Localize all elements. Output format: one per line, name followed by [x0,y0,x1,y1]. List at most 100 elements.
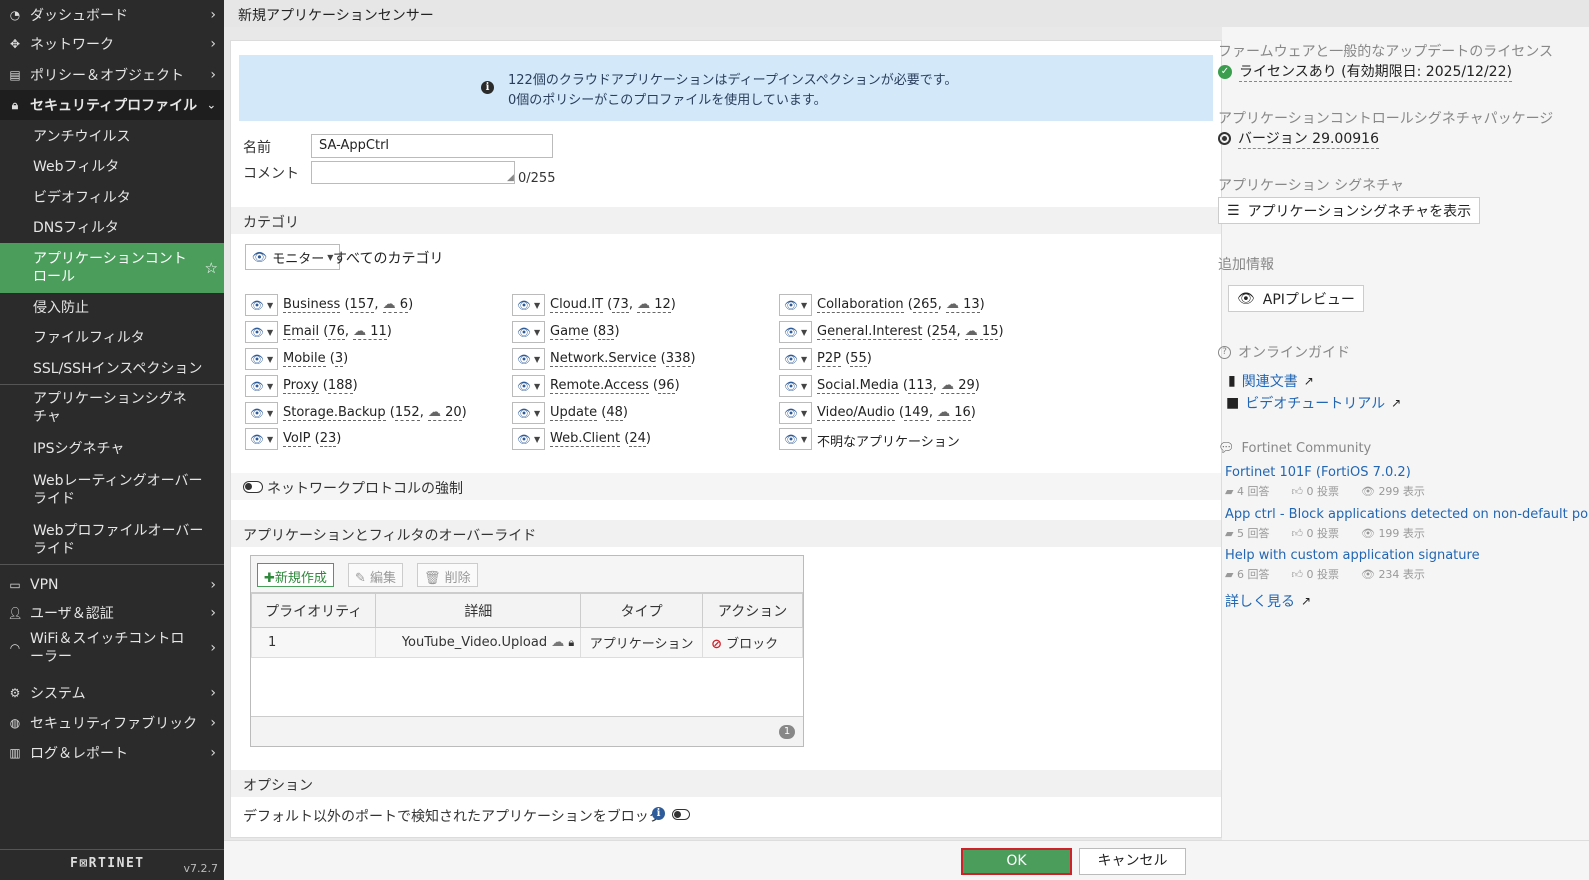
column-header-detail[interactable]: 詳細 [375,593,582,628]
column-header-type[interactable]: タイプ [580,593,704,628]
category-action-dropdown[interactable]: 👁︎ ▼ [245,402,278,424]
category-label[interactable]: Video/Audio (149, ☁ 16) [817,405,976,421]
view-app-signatures-button[interactable]: ☰ アプリケーションシグネチャを表示 [1218,197,1481,224]
sidebar-subitem-web-rating-overrides[interactable]: Webレーティングオーバーライド [0,472,205,508]
sidebar-item-policy-objects[interactable]: ▤ ポリシー＆オブジェクト › [0,60,224,90]
community-post-link[interactable]: Help with custom application signature [1225,548,1480,563]
post-title: Help with custom application signature [1225,548,1480,563]
sidebar-subitem-intrusion-prevention[interactable]: 侵入防止 [0,299,224,317]
category-label[interactable]: P2P (55) [817,351,872,367]
sidebar-item-vpn[interactable]: ▭ VPN › [0,570,224,600]
category-action-dropdown[interactable]: 👁︎ ▼ [512,375,545,397]
comment-textarea[interactable] [311,161,515,184]
paren-open: ( [310,431,320,446]
eye-icon: 👁︎ [784,432,798,446]
sidebar-subitem-antivirus[interactable]: アンチウイルス [0,128,224,146]
cancel-button[interactable]: キャンセル [1079,848,1186,875]
category-action-dropdown[interactable]: 👁︎ ▼ [512,321,545,343]
info-icon[interactable]: i [652,807,665,820]
protocol-enforcement-toggle[interactable] [243,481,263,493]
video-tutorial-text: ビデオチュートリアル [1245,396,1386,412]
video-tutorial-link[interactable]: ■ ビデオチュートリアル ↗ [1226,393,1401,413]
category-action-dropdown[interactable]: 👁︎ ▼ [512,428,545,450]
category-action-dropdown[interactable]: 👁︎ ▼ [779,428,812,450]
category-action-dropdown[interactable]: 👁︎ ▼ [245,348,278,370]
delete-button[interactable]: 🗑︎ 削除 [417,563,478,587]
community-post-link[interactable]: App ctrl - Block applications detected o… [1225,507,1589,522]
column-header-priority[interactable]: プライオリティ [250,593,377,628]
category-label[interactable]: Game (83) [550,324,620,340]
sidebar-subitem-web-profile-overrides[interactable]: Webプロファイルオーバーライド [0,522,205,558]
category-label[interactable]: 不明なアプリケーション [817,431,960,450]
table-row[interactable]: 1 YouTube_Video.Upload ☁ 🔒︎ アプリケーション ⊘ ブ… [250,627,803,658]
name-input[interactable]: SA-AppCtrl [311,134,553,158]
resize-handle-icon[interactable]: ◢ [507,173,514,183]
sidebar-item-network[interactable]: ✥ ネットワーク › [0,29,224,59]
category-label[interactable]: VoIP (23) [283,431,341,447]
column-header-action[interactable]: アクション [702,593,803,628]
sidebar-item-system[interactable]: ⚙ システム › [0,678,224,708]
category-action-dropdown[interactable]: 👁︎ ▼ [512,348,545,370]
category-action-dropdown[interactable]: 👁︎ ▼ [512,294,545,316]
lock-icon: 🔒︎ [11,97,19,112]
community-post-link[interactable]: Fortinet 101F (FortiOS 7.0.2) [1225,465,1411,480]
edit-button[interactable]: ✎ 編集 [348,563,404,587]
list-icon: ☰ [1227,202,1240,219]
sidebar-item-user-auth[interactable]: 👤︎ ユーザ＆認証 › [0,598,224,628]
sidebar-subitem-application-control[interactable]: アプリケーションコントロール ☆ [0,243,224,293]
category-label[interactable]: Proxy (188) [283,378,358,394]
category-action-dropdown[interactable]: 👁︎ ▼ [245,294,278,316]
see-more-text: 詳しく見る [1225,594,1295,610]
category-label[interactable]: Remote.Access (96) [550,378,680,394]
category-count: 338 [665,351,691,367]
sidebar-item-label: システム [30,686,86,702]
api-preview-button[interactable]: 👁︎ APIプレビュー [1228,285,1364,312]
category-action-dropdown[interactable]: 👁︎ ▼ [245,428,278,450]
sidebar-item-wifi-switch[interactable]: ◠ WiFi＆スイッチコントローラー › [0,628,224,668]
sidebar-subitem-app-signatures[interactable]: アプリケーションシグネチャ [0,390,200,426]
chevron-right-icon: › [210,577,216,593]
category-label[interactable]: Collaboration (265, ☁ 13) [817,297,985,313]
sidebar-subitem-dns-filter[interactable]: DNSフィルタ [0,219,224,237]
sidebar-item-dashboard[interactable]: ◔ ダッシュボード › [0,0,224,30]
category-label[interactable]: Update (48) [550,405,628,421]
user-icon: 👤︎ [7,606,23,620]
category-action-dropdown[interactable]: 👁︎ ▼ [779,321,812,343]
category-label[interactable]: Web.Client (24) [550,431,651,447]
sidebar-subitem-video-filter[interactable]: ビデオフィルタ [0,189,224,207]
overrides-section-title: アプリケーションとフィルタのオーバーライド [243,528,537,544]
ok-button[interactable]: OK [961,848,1072,875]
star-icon[interactable]: ☆ [205,259,218,277]
related-docs-link[interactable]: ▮ 関連文書 ↗ [1228,371,1314,391]
category-action-dropdown[interactable]: 👁︎ ▼ [245,375,278,397]
category-action-dropdown[interactable]: 👁︎ ▼ [779,348,812,370]
block-nondefault-ports-toggle[interactable] [672,809,690,820]
question-circle-icon: ? [1218,345,1231,359]
category-label[interactable]: Social.Media (113, ☁ 29) [817,378,980,394]
category-label[interactable]: Mobile (3) [283,351,348,367]
category-action-dropdown[interactable]: 👁︎ ▼ [779,294,812,316]
category-name: Mobile [283,351,326,367]
category-action-dropdown[interactable]: 👁︎ ▼ [779,375,812,397]
sidebar-item-security-fabric[interactable]: ◍ セキュリティファブリック › [0,708,224,738]
category-label[interactable]: Email (76, ☁ 11) [283,324,392,340]
create-new-button[interactable]: ✚新規作成 [257,563,334,587]
category-action-dropdown[interactable]: 👁︎ ▼ [779,402,812,424]
category-label[interactable]: Business (157, ☁ 6) [283,297,413,313]
sidebar-subitem-file-filter[interactable]: ファイルフィルタ [0,329,224,347]
category-label[interactable]: Storage.Backup (152, ☁ 20) [283,405,467,421]
sidebar-item-log-report[interactable]: ▥ ログ＆レポート › [0,738,224,768]
see-more-link[interactable]: 詳しく見る ↗ [1225,591,1311,611]
sidebar-subitem-ssl-inspection[interactable]: SSL/SSHインスペクション [0,360,224,378]
sidebar-subitem-ips-signatures[interactable]: IPSシグネチャ [0,440,224,458]
category-label[interactable]: General.Interest (254, ☁ 15) [817,324,1004,340]
category-action-dropdown[interactable]: 👁︎ ▼ [245,321,278,343]
eye-icon: 👁︎ [784,298,798,312]
category-label[interactable]: Network.Service (338) [550,351,696,367]
book-icon: ▮ [1228,373,1236,389]
category-label[interactable]: Cloud.IT (73, ☁ 12) [550,297,676,313]
sidebar-subitem-web-filter[interactable]: Webフィルタ [0,158,224,176]
sidebar-item-security-profiles[interactable]: 🔒︎ セキュリティプロファイル ⌄ [0,90,224,120]
category-action-dropdown[interactable]: 👁︎ ▼ [512,402,545,424]
all-categories-action-dropdown[interactable]: 👁︎ モニター ▼ [245,244,341,270]
